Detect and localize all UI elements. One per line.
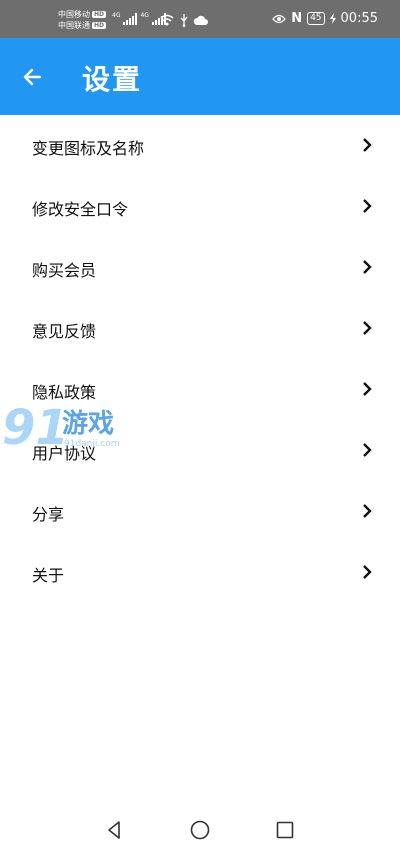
signal-1-icon	[123, 13, 138, 25]
watermark-brand: 游戏	[62, 409, 114, 439]
hd-badge: HD	[92, 11, 107, 18]
hd-badge: HD	[92, 22, 107, 29]
menu-item-about[interactable]: 关于	[0, 542, 400, 603]
chevron-right-icon	[363, 504, 372, 518]
menu-item-feedback[interactable]: 意见反馈	[0, 298, 400, 359]
menu-item-label: 关于	[32, 566, 65, 585]
page-title: 设置	[82, 63, 143, 96]
system-nav-bar	[0, 805, 400, 855]
watermark-site: 91danji.com	[64, 439, 119, 449]
menu-item-label: 购买会员	[32, 261, 97, 280]
nav-recents-icon[interactable]	[274, 819, 296, 841]
watermark-number: 91	[2, 400, 69, 456]
menu-item-label: 变更图标及名称	[32, 139, 145, 158]
menu-item-label: 分享	[32, 505, 65, 524]
menu-item-label: 修改安全口令	[32, 200, 129, 219]
chevron-right-icon	[363, 260, 372, 274]
wifi-icon	[160, 14, 174, 26]
nav-back-icon[interactable]	[104, 819, 126, 841]
chevron-right-icon	[363, 199, 372, 213]
chevron-right-icon	[363, 565, 372, 579]
usb-icon	[180, 14, 188, 27]
menu-item-change-security-code[interactable]: 修改安全口令	[0, 176, 400, 237]
app-bar: 设置	[0, 38, 400, 115]
chevron-right-icon	[363, 321, 372, 335]
signal-indicators: 4G 4G	[112, 13, 166, 25]
eye-icon	[272, 14, 287, 23]
clock: 00:55	[340, 11, 378, 26]
battery-indicator: 45	[307, 12, 325, 25]
carrier-info: 中国移动 HD 中国联通 HD	[58, 9, 107, 31]
network-type-2: 4G	[140, 12, 149, 19]
menu-item-change-icon-name[interactable]: 变更图标及名称	[0, 115, 400, 176]
menu-item-share[interactable]: 分享	[0, 481, 400, 542]
status-right: N 45 00:55	[272, 11, 378, 26]
cloud-icon	[193, 15, 208, 25]
menu-item-buy-membership[interactable]: 购买会员	[0, 237, 400, 298]
settings-menu: 变更图标及名称 修改安全口令 购买会员 意见反馈 隐私政策 用户协议 分享 关于	[0, 115, 400, 603]
carrier-1-name: 中国移动	[58, 10, 90, 19]
chevron-right-icon	[363, 138, 372, 152]
status-bar: 中国移动 HD 中国联通 HD 4G 4G N 45 00:55	[0, 0, 400, 38]
charging-icon	[329, 13, 336, 24]
back-arrow-icon[interactable]	[16, 60, 50, 94]
watermark-logo: 91 游戏 91danji.com	[1, 399, 119, 457]
chevron-right-icon	[363, 382, 372, 396]
menu-item-label: 意见反馈	[32, 322, 97, 341]
carrier-2-name: 中国联通	[58, 21, 90, 30]
network-type-1: 4G	[112, 12, 121, 19]
nav-home-icon[interactable]	[189, 819, 211, 841]
chevron-right-icon	[363, 443, 372, 457]
nfc-icon: N	[291, 11, 303, 26]
